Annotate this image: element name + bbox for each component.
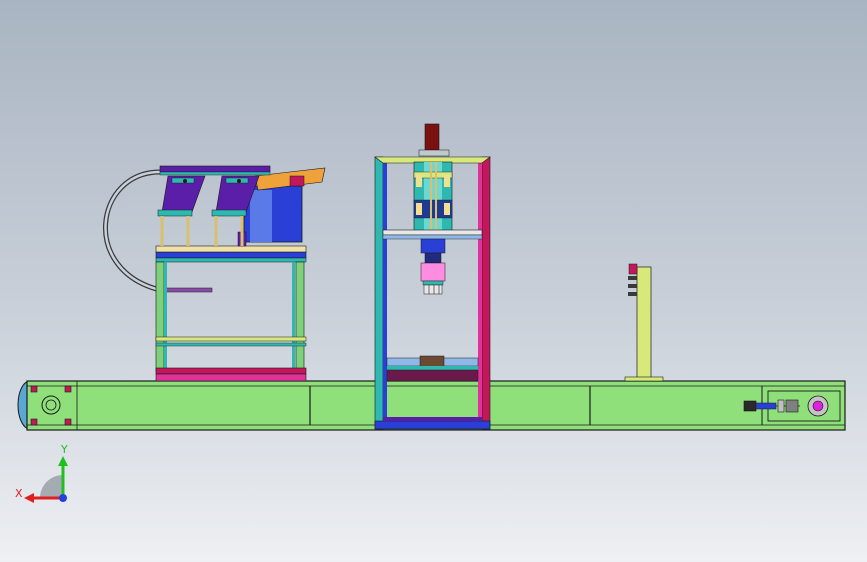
sensor-post[interactable] (624, 263, 664, 382)
press-crossbar (382, 229, 483, 236)
stand-base (155, 367, 307, 375)
cad-viewport[interactable]: Y X (0, 0, 867, 562)
press-head (420, 238, 446, 254)
sensor-head (628, 263, 638, 275)
feeder-station[interactable] (103, 165, 326, 382)
orientation-triad: Y X (15, 443, 68, 503)
cad-model-view[interactable]: Y X (0, 0, 867, 562)
press-motor (424, 123, 440, 151)
press-frame-right (481, 156, 491, 430)
x-axis-label: X (15, 487, 23, 500)
stand-top (155, 251, 307, 259)
feed-rail (159, 165, 271, 173)
y-axis-label: Y (60, 443, 68, 456)
press-frame-left (374, 156, 384, 430)
pick-unit-1 (157, 175, 206, 246)
z-axis-dot (59, 494, 67, 502)
feed-tube (103, 169, 161, 293)
sensor-post-column (636, 266, 652, 380)
